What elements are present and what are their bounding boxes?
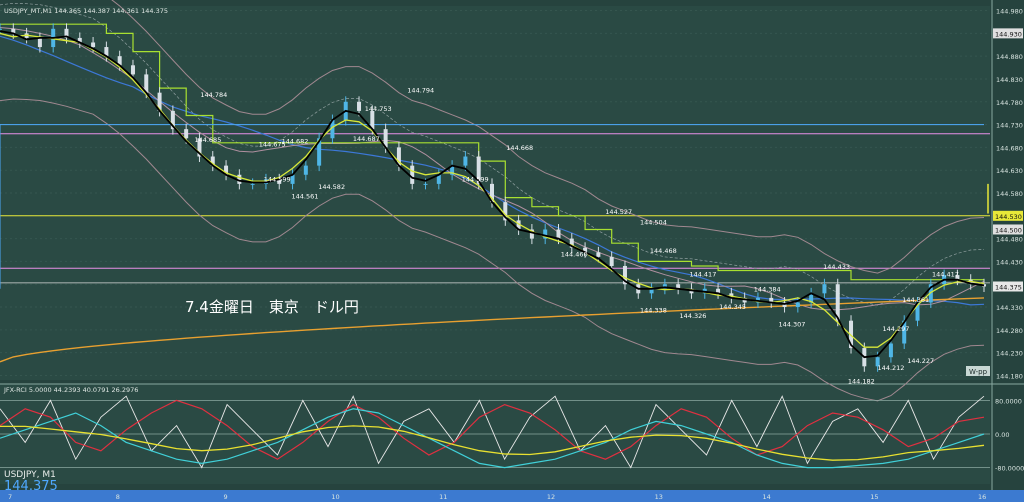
price-label: 144.468 [650,247,677,255]
indicator-tick-label: -80.0000 [995,465,1024,473]
marker-530: 144.530 [995,213,1022,221]
x-tick-label: 11 [439,493,447,501]
candle-body [250,183,255,185]
price-label: 144.307 [779,321,806,329]
price-label: 144.460 [561,251,588,259]
chart-annotation: 7.4金曜日 東京 ドル円 [185,298,359,316]
candle-body [423,183,428,185]
marker-930: 144.930 [995,30,1022,38]
price-label: 144.687 [353,135,380,143]
y-tick-label: 144.730 [996,122,1023,130]
price-label: 144.504 [640,219,667,227]
x-tick-label: 14 [762,493,770,501]
price-label: 144.182 [848,378,875,386]
price-label: 144.417 [932,270,959,278]
candle-body [888,343,893,358]
candle-body [596,252,601,257]
x-tick-label: 9 [224,493,228,501]
x-tick-label: 16 [978,493,986,501]
y-tick-label: 144.980 [996,8,1023,16]
price-label: 144.227 [907,357,934,365]
price-label: 144.527 [605,208,632,216]
y-tick-label: 144.580 [996,190,1023,198]
candle-body [37,37,42,48]
price-label: 144.682 [282,137,309,145]
y-tick-label: 144.880 [996,53,1023,61]
wpp-label: W-pp [969,368,988,376]
price-label: 144.753 [365,105,392,113]
x-tick-label: 12 [547,493,555,501]
candle-body [463,156,468,166]
candle-body [795,302,800,308]
x-tick-label: 8 [116,493,120,501]
symbol-header: USDJPY_MT,M1 144.365 144.387 144.361 144… [4,7,168,15]
candle-body [410,165,415,184]
y-tick-label: 144.480 [996,236,1023,244]
price-label: 144.784 [200,91,227,99]
indicator-tick-label: 0.00 [995,431,1009,439]
y-tick-label: 144.630 [996,167,1023,175]
x-tick-label: 10 [331,493,339,501]
price-label: 144.297 [883,325,910,333]
indicator-header: JFX-RCI 5.0000 44.2393 40.0791 26.2976 [3,386,138,394]
price-label: 144.417 [689,270,716,278]
price-label: 144.668 [506,144,533,152]
current-price-tag: 144.375 [995,284,1022,292]
candle-body [130,65,135,75]
price-label: 144.599 [462,175,489,183]
candle-body [556,229,561,239]
price-label: 144.384 [754,285,781,293]
candle-body [609,256,614,266]
candle-body [303,165,308,175]
y-tick-label: 144.830 [996,76,1023,84]
candle-body [0,28,2,30]
y-tick-label: 144.680 [996,144,1023,152]
price-label: 144.361 [902,296,929,304]
y-tick-label: 144.330 [996,304,1023,312]
x-tick-label: 13 [655,493,663,501]
candle-body [91,42,96,48]
indicator-tick-label: 80.0000 [995,397,1022,405]
price-label: 144.433 [823,263,850,271]
x-tick-label: 7 [8,493,12,501]
y-tick-label: 144.280 [996,327,1023,335]
x-tick-label: 15 [870,493,878,501]
chart-canvas: 144.980 144.930 144.880 144.830 144.780 144.7… [0,0,1024,502]
candle-body [184,129,189,139]
price-label: 144.326 [680,312,707,320]
price-label: 144.582 [318,183,345,191]
chart-window: 144.980 144.930 144.880 144.830 144.780 144.7… [0,0,1024,502]
y-tick-label: 144.230 [996,350,1023,358]
watermark-price: 144.375 [4,479,58,494]
marker-500: 144.500 [995,226,1022,234]
price-label: 144.561 [291,193,318,201]
price-label: 144.338 [640,306,667,314]
price-label: 144.685 [194,136,221,144]
y-tick-label: 144.430 [996,258,1023,266]
price-label: 144.345 [719,303,746,311]
y-tick-label: 144.180 [996,372,1023,380]
price-label: 144.599 [264,175,291,183]
price-label: 144.794 [407,86,434,94]
candle-body [822,284,827,294]
price-label: 144.212 [878,364,905,372]
candle-body [357,101,362,111]
y-tick-label: 144.780 [996,99,1023,107]
